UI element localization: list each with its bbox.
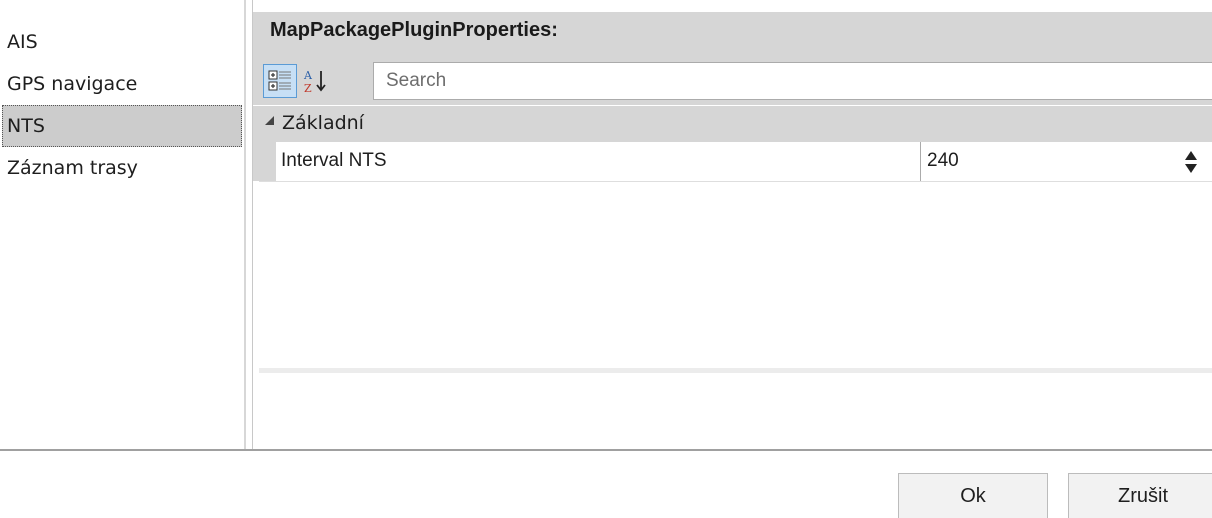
sort-alphabetical-icon: A Z: [303, 69, 326, 95]
footer-divider: [0, 449, 1212, 451]
property-grid: MapPackagePluginProperties: A Z Search Z…: [252, 0, 1212, 449]
list-item-gps-navigace[interactable]: GPS navigace: [2, 63, 242, 105]
property-grid-toolbar: A Z: [253, 61, 1212, 105]
category-row-zakladni[interactable]: Základní: [253, 106, 1212, 142]
settings-dialog: AIS GPS navigace NTS Záznam trasy MapPac…: [0, 0, 1212, 518]
alphabetical-sort-button[interactable]: A Z: [299, 64, 333, 98]
property-name: Interval NTS: [281, 150, 387, 171]
list-item-label: NTS: [7, 115, 45, 137]
list-item-ais[interactable]: AIS: [2, 21, 242, 63]
property-row[interactable]: Interval NTS 240: [253, 142, 1212, 181]
property-value[interactable]: 240: [927, 150, 959, 172]
svg-text:Z: Z: [304, 82, 312, 95]
plugin-list[interactable]: AIS GPS navigace NTS Záznam trasy: [0, 0, 246, 449]
list-item-nts[interactable]: NTS: [2, 105, 242, 147]
search-input[interactable]: [373, 62, 1212, 100]
list-item-label: Záznam trasy: [7, 157, 138, 179]
numeric-spinner-icon[interactable]: [1183, 148, 1199, 176]
ok-button[interactable]: Ok: [898, 473, 1048, 518]
cancel-button[interactable]: Zrušit: [1068, 473, 1212, 518]
property-grid-empty-area: [259, 182, 1212, 368]
property-row-margin: [253, 142, 276, 181]
property-grid-title: MapPackagePluginProperties:: [270, 19, 558, 41]
list-item-label: GPS navigace: [7, 73, 138, 95]
list-item-label: AIS: [7, 31, 38, 53]
categorized-view-icon: [268, 70, 291, 91]
categorized-view-button[interactable]: [263, 64, 297, 98]
svg-text:A: A: [303, 69, 313, 82]
list-item-zaznam-trasy[interactable]: Záznam trasy: [2, 147, 242, 189]
category-label: Základní: [282, 112, 364, 134]
property-value-cell[interactable]: 240: [920, 142, 1212, 181]
collapse-arrow-icon[interactable]: [264, 115, 275, 126]
description-pane: [259, 373, 1212, 449]
